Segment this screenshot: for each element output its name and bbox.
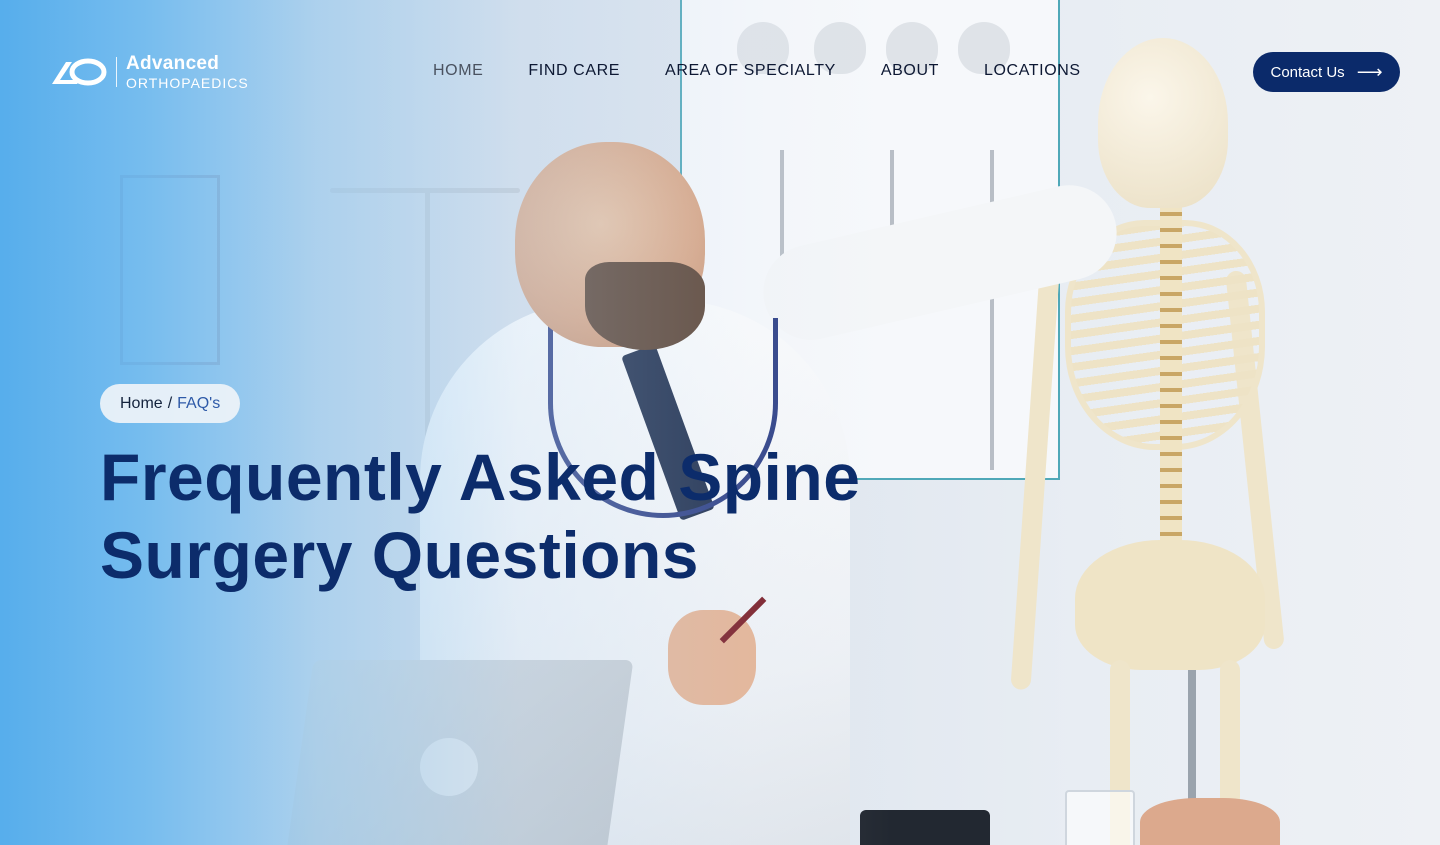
logo-name-line1: Advanced xyxy=(126,53,220,74)
nav-item-locations[interactable]: LOCATIONS xyxy=(984,62,1081,80)
breadcrumb-current: FAQ's xyxy=(177,394,221,412)
page-title-line1: Frequently Asked Spine xyxy=(100,440,861,514)
nav-item-area-of-specialty[interactable]: AREA OF SPECIALTY xyxy=(665,62,836,80)
nav-item-find-care[interactable]: FIND CARE xyxy=(528,62,620,80)
nav-item-about[interactable]: ABOUT xyxy=(881,62,939,80)
logo-text: Advanced ORTHOPAEDICS xyxy=(126,54,249,90)
page-title: Frequently Asked Spine Surgery Questions xyxy=(100,438,880,594)
site-logo[interactable]: Advanced ORTHOPAEDICS xyxy=(50,52,249,92)
breadcrumb: Home / FAQ's xyxy=(100,384,241,423)
nav-item-home[interactable]: HOME xyxy=(433,62,483,80)
breadcrumb-home-link[interactable]: Home xyxy=(120,395,163,413)
arrow-right-icon: ⟶ xyxy=(1356,62,1383,82)
contact-us-button[interactable]: Contact Us ⟶ xyxy=(1253,52,1400,92)
hero-section: Advanced ORTHOPAEDICS HOME FIND CARE ARE… xyxy=(0,0,1440,845)
contact-us-label: Contact Us xyxy=(1270,63,1345,81)
ao-logo-icon xyxy=(50,52,108,92)
page-title-line2: Surgery Questions xyxy=(100,518,699,592)
logo-name-line2: ORTHOPAEDICS xyxy=(126,75,249,91)
breadcrumb-separator: / xyxy=(167,394,173,412)
logo-divider xyxy=(116,57,117,87)
main-nav: HOME FIND CARE AREA OF SPECIALTY ABOUT L… xyxy=(433,62,1081,80)
